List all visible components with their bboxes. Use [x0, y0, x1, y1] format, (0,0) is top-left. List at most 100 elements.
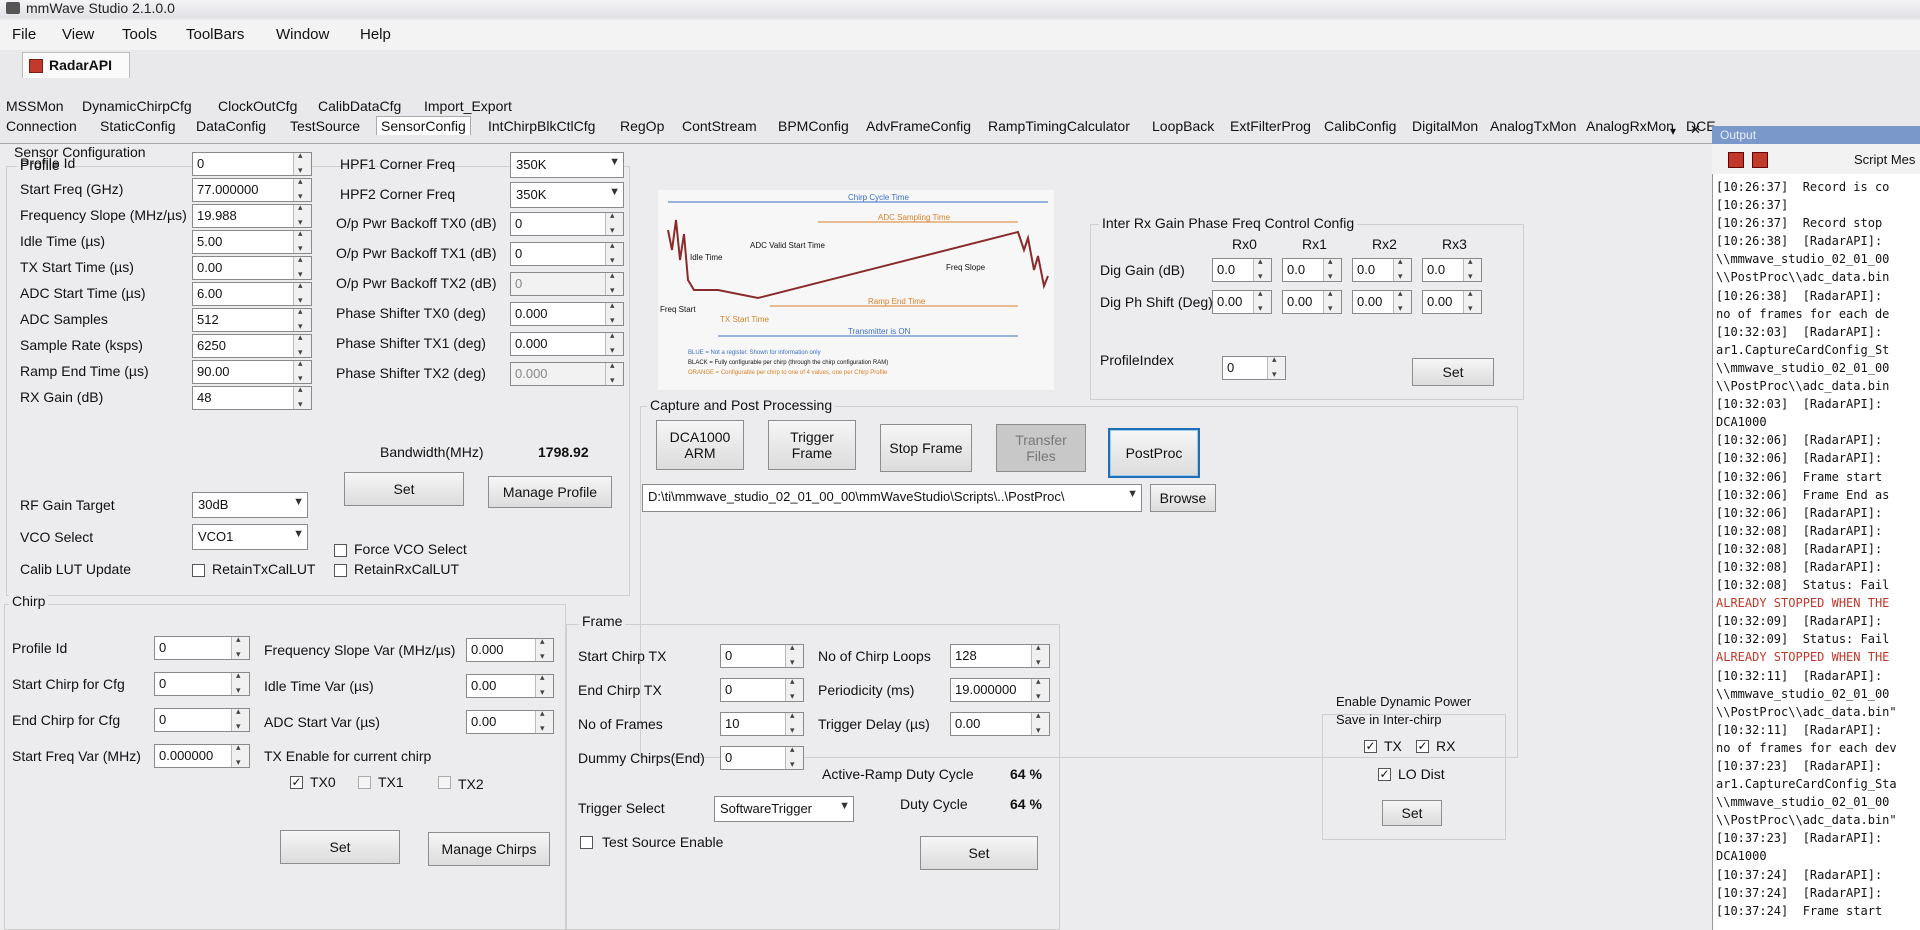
hpf1-select[interactable]: 350K ▼: [510, 152, 624, 178]
frame-right-input[interactable]: 19.000000: [950, 678, 1050, 702]
test-source-checkbox[interactable]: [580, 836, 593, 849]
frame-field-input[interactable]: 0: [720, 678, 804, 702]
lo-dist-checkbox[interactable]: ✓: [1378, 768, 1391, 781]
menu-toolbars[interactable]: ToolBars: [186, 26, 244, 43]
dig-ph-input[interactable]: 0.00: [1212, 290, 1272, 314]
profile-field-input[interactable]: 0: [192, 152, 312, 176]
tab-dynamicchirpcfg[interactable]: DynamicChirpCfg: [82, 98, 192, 114]
dyn-power-set-button[interactable]: Set: [1382, 800, 1442, 826]
profile-field-input[interactable]: 0.00: [192, 256, 312, 280]
dig-gain-input[interactable]: 0.0: [1422, 258, 1482, 282]
trigger-select[interactable]: SoftwareTrigger ▼: [714, 796, 854, 822]
tx0-checkbox[interactable]: ✓: [290, 776, 303, 789]
tab-analogtxmon[interactable]: AnalogTxMon: [1490, 118, 1576, 134]
tab-bpmconfig[interactable]: BPMConfig: [778, 118, 849, 134]
menu-view[interactable]: View: [62, 26, 94, 43]
tab-analogrxmon[interactable]: AnalogRxMon: [1586, 118, 1674, 134]
spinner-arrows-icon[interactable]: [605, 213, 623, 235]
browse-button[interactable]: Browse: [1150, 484, 1216, 512]
tab-extfilterprog[interactable]: ExtFilterProg: [1230, 118, 1311, 134]
spinner-arrows-icon[interactable]: [1323, 259, 1341, 281]
spinner-arrows-icon[interactable]: [605, 363, 623, 385]
spinner-arrows-icon[interactable]: [1463, 259, 1481, 281]
chirp-var-input[interactable]: 0.00: [466, 674, 554, 698]
spinner-arrows-icon[interactable]: [231, 637, 249, 659]
dca1000-arm-button[interactable]: DCA1000 ARM: [656, 420, 744, 470]
dig-ph-input[interactable]: 0.00: [1422, 290, 1482, 314]
retain-rx-checkbox[interactable]: [334, 564, 347, 577]
dig-ph-input[interactable]: 0.00: [1352, 290, 1412, 314]
frame-right-input[interactable]: 0.00: [950, 712, 1050, 736]
tab-import-export[interactable]: Import_Export: [424, 98, 512, 114]
trigger-frame-button[interactable]: Trigger Frame: [768, 420, 856, 470]
spinner-arrows-icon[interactable]: [293, 387, 311, 409]
tab-calibdatacfg[interactable]: CalibDataCfg: [318, 98, 401, 114]
profile-right-field-input[interactable]: 0: [510, 212, 624, 236]
tab-testsource[interactable]: TestSource: [290, 118, 360, 134]
dig-gain-input[interactable]: 0.0: [1212, 258, 1272, 282]
spinner-arrows-icon[interactable]: [293, 283, 311, 305]
dig-gain-input[interactable]: 0.0: [1282, 258, 1342, 282]
spinner-arrows-icon[interactable]: [293, 231, 311, 253]
spinner-arrows-icon[interactable]: [605, 303, 623, 325]
spinner-arrows-icon[interactable]: [605, 333, 623, 355]
spinner-arrows-icon[interactable]: [1323, 291, 1341, 313]
profile-field-input[interactable]: 90.00: [192, 360, 312, 384]
chirp-field-input[interactable]: 0.000000: [154, 744, 250, 768]
spinner-arrows-icon[interactable]: [293, 309, 311, 331]
inter-rx-set-button[interactable]: Set: [1412, 358, 1494, 386]
retain-tx-checkbox[interactable]: [192, 564, 205, 577]
tab-list-dropdown-icon[interactable]: ▾: [1670, 124, 1676, 138]
vco-select[interactable]: VCO1 ▼: [192, 524, 308, 550]
dyn-tx-checkbox[interactable]: ✓: [1364, 740, 1377, 753]
spinner-arrows-icon[interactable]: [785, 645, 803, 667]
spinner-arrows-icon[interactable]: [1393, 291, 1411, 313]
tab-dataconfig[interactable]: DataConfig: [196, 118, 266, 134]
frame-field-input[interactable]: 0: [720, 746, 804, 770]
frame-field-input[interactable]: 10: [720, 712, 804, 736]
profile-set-button[interactable]: Set: [344, 472, 464, 506]
profile-right-field-input[interactable]: 0: [510, 272, 624, 296]
menu-tools[interactable]: Tools: [122, 26, 157, 43]
frame-set-button[interactable]: Set: [920, 836, 1038, 870]
spinner-arrows-icon[interactable]: [293, 361, 311, 383]
spinner-arrows-icon[interactable]: [1031, 679, 1049, 701]
tab-intchirpblkctlcfg[interactable]: IntChirpBlkCtlCfg: [488, 118, 595, 134]
tab-advframeconfig[interactable]: AdvFrameConfig: [866, 118, 971, 134]
clear-log-icon[interactable]: [1728, 152, 1744, 168]
spinner-arrows-icon[interactable]: [535, 711, 553, 733]
profile-index-input[interactable]: 0: [1222, 356, 1286, 380]
spinner-arrows-icon[interactable]: [785, 747, 803, 769]
profile-field-input[interactable]: 5.00: [192, 230, 312, 254]
radarapi-doc-tab[interactable]: RadarAPI: [22, 52, 130, 78]
transfer-files-button[interactable]: Transfer Files: [996, 424, 1086, 472]
spinner-arrows-icon[interactable]: [1031, 645, 1049, 667]
profile-field-input[interactable]: 77.000000: [192, 178, 312, 202]
tx1-checkbox[interactable]: [358, 776, 371, 789]
profile-field-input[interactable]: 512: [192, 308, 312, 332]
tx2-checkbox[interactable]: [438, 776, 451, 789]
chirp-field-input[interactable]: 0: [154, 636, 250, 660]
menu-file[interactable]: File: [12, 26, 36, 43]
tab-staticconfig[interactable]: StaticConfig: [100, 118, 175, 134]
spinner-arrows-icon[interactable]: [1393, 259, 1411, 281]
spinner-arrows-icon[interactable]: [535, 639, 553, 661]
menu-help[interactable]: Help: [360, 26, 391, 43]
postproc-button[interactable]: PostProc: [1108, 428, 1200, 478]
spinner-arrows-icon[interactable]: [1267, 357, 1285, 379]
spinner-arrows-icon[interactable]: [1253, 291, 1271, 313]
chirp-field-input[interactable]: 0: [154, 708, 250, 732]
spinner-arrows-icon[interactable]: [605, 243, 623, 265]
tab-mssmon[interactable]: MSSMon: [6, 98, 64, 114]
frame-field-input[interactable]: 0: [720, 644, 804, 668]
spinner-arrows-icon[interactable]: [1031, 713, 1049, 735]
spinner-arrows-icon[interactable]: [785, 713, 803, 735]
spinner-arrows-icon[interactable]: [293, 335, 311, 357]
chirp-set-button[interactable]: Set: [280, 830, 400, 864]
spinner-arrows-icon[interactable]: [785, 679, 803, 701]
dig-gain-input[interactable]: 0.0: [1352, 258, 1412, 282]
spinner-arrows-icon[interactable]: [231, 673, 249, 695]
tab-loopback[interactable]: LoopBack: [1152, 118, 1214, 134]
spinner-arrows-icon[interactable]: [293, 205, 311, 227]
spinner-arrows-icon[interactable]: [535, 675, 553, 697]
